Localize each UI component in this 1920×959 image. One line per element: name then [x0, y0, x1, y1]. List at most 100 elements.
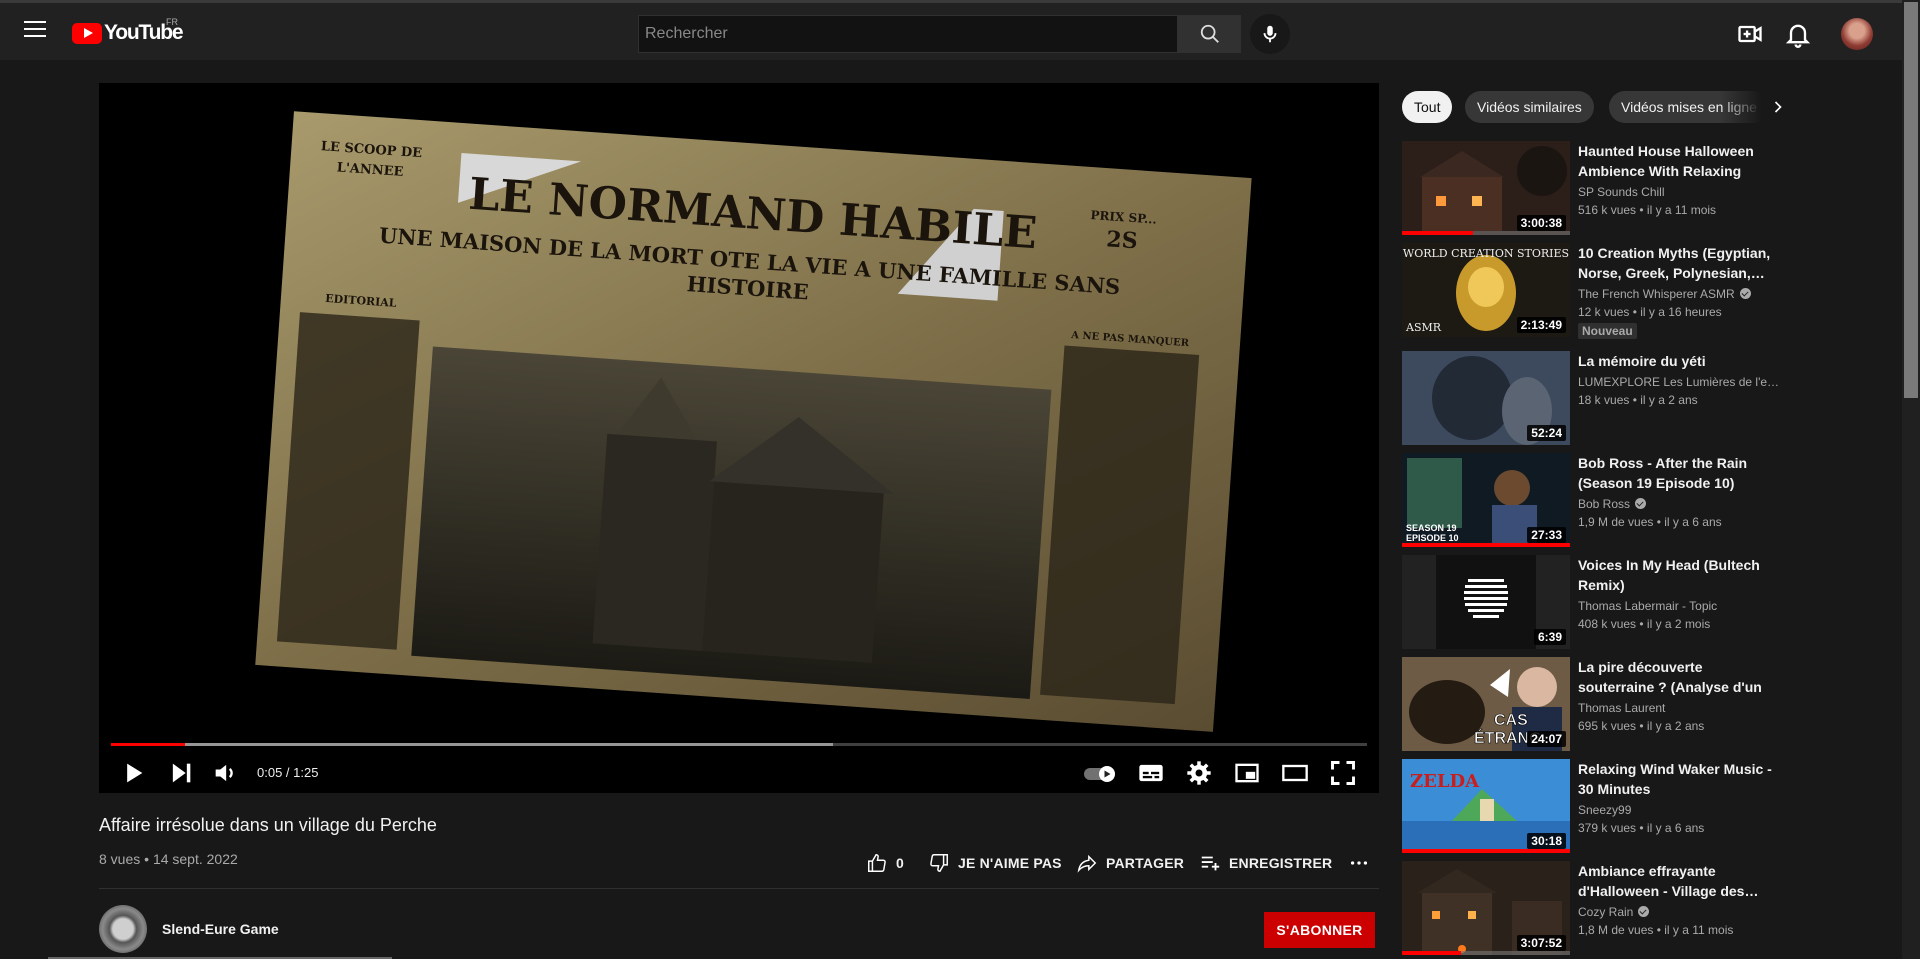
verified-badge-icon: [1739, 288, 1751, 299]
fullscreen-icon[interactable]: [1329, 759, 1357, 787]
next-video-icon[interactable]: [167, 759, 195, 787]
recommended-video[interactable]: WORLD CREATION STORIES ASMR 2:13:49 10 C…: [1402, 243, 1782, 339]
notifications-bell-icon[interactable]: [1784, 20, 1812, 48]
video-title[interactable]: La pire découverte souterraine ? (Analys…: [1578, 657, 1782, 697]
like-button[interactable]: 0: [866, 845, 904, 881]
time-separator: /: [282, 765, 294, 780]
thumb-text: EPISODE 10: [1406, 533, 1459, 543]
share-label: PARTAGER: [1106, 855, 1185, 871]
video-title[interactable]: Relaxing Wind Waker Music - 30 Minutes: [1578, 759, 1782, 799]
save-button[interactable]: ENREGISTRER: [1199, 845, 1332, 881]
subtitles-icon[interactable]: [1137, 759, 1165, 787]
channel-name[interactable]: The French Whisperer ASMR: [1578, 287, 1782, 301]
video-thumbnail[interactable]: SEASON 19 EPISODE 10 27:33: [1402, 453, 1570, 547]
verified-badge-icon: [1638, 906, 1650, 917]
recommended-video[interactable]: SEASON 19 EPISODE 10 27:33 Bob Ross - Af…: [1402, 453, 1782, 547]
search-button[interactable]: [1177, 15, 1241, 53]
channel-name[interactable]: Bob Ross: [1578, 497, 1782, 511]
video-thumbnail[interactable]: ZELDA 30:18: [1402, 759, 1570, 853]
video-stats: 1,9 M de vues • il y a 6 ans: [1578, 515, 1722, 529]
channel-name[interactable]: Thomas Labermair - Topic: [1578, 599, 1782, 613]
volume-icon[interactable]: [211, 759, 239, 787]
video-title[interactable]: Haunted House Halloween Ambience With Re…: [1578, 141, 1782, 181]
thumb-text: ZELDA: [1410, 771, 1480, 792]
thumb-text: SEASON 19: [1406, 523, 1457, 533]
video-title: Affaire irrésolue dans un village du Per…: [99, 815, 437, 835]
menu-icon[interactable]: [24, 21, 46, 39]
channel-name[interactable]: Sneezy99: [1578, 803, 1782, 817]
video-stats: 12 k vues • il y a 16 heures: [1578, 305, 1722, 319]
theater-mode-icon[interactable]: [1281, 759, 1309, 787]
video-duration: 3:00:38: [1516, 215, 1566, 231]
video-thumbnail[interactable]: WORLD CREATION STORIES ASMR 2:13:49: [1402, 243, 1570, 337]
video-player[interactable]: LE NORMAND HABILE UNE MAISON DE LA MORT …: [99, 83, 1379, 793]
play-icon[interactable]: [119, 759, 147, 787]
video-thumbnail[interactable]: 3:07:52: [1402, 861, 1570, 955]
more-actions-button[interactable]: [1348, 845, 1378, 881]
video-frame-newspaper: LE NORMAND HABILE UNE MAISON DE LA MORT …: [99, 83, 1379, 743]
video-thumbnail[interactable]: 52:24: [1402, 351, 1570, 445]
thumbs-down-icon: [930, 854, 948, 872]
upload-date: 14 sept. 2022: [152, 851, 238, 867]
scrollbar-thumb[interactable]: [1904, 2, 1918, 398]
video-stats: 18 k vues • il y a 2 ans: [1578, 393, 1698, 407]
youtube-play-logo-icon: [72, 22, 102, 44]
watched-progress: [1402, 543, 1570, 547]
meta-separator: •: [140, 851, 153, 867]
newspaper-corner-right-2: 2S: [1106, 226, 1139, 254]
recommended-video[interactable]: 3:00:38 Haunted House Halloween Ambience…: [1402, 141, 1782, 235]
channel-name[interactable]: Slend-Eure Game: [162, 921, 279, 937]
thumb-text: CAS: [1494, 712, 1528, 729]
recommended-video[interactable]: ZELDA 30:18 Relaxing Wind Waker Music - …: [1402, 759, 1782, 853]
video-title[interactable]: Ambiance effrayante d'Halloween - Villag…: [1578, 861, 1782, 901]
create-video-icon[interactable]: [1736, 20, 1764, 48]
video-title[interactable]: 10 Creation Myths (Egyptian, Norse, Gree…: [1578, 243, 1782, 283]
save-label: ENREGISTRER: [1229, 855, 1333, 871]
channel-avatar[interactable]: [99, 905, 147, 953]
video-thumbnail[interactable]: CAS ÉTRANG 24:07: [1402, 657, 1570, 751]
video-stats: 1,8 M de vues • il y a 11 mois: [1578, 923, 1734, 937]
video-thumbnail[interactable]: 6:39: [1402, 555, 1570, 649]
video-title[interactable]: Bob Ross - After the Rain (Season 19 Epi…: [1578, 453, 1782, 493]
channel-name[interactable]: LUMEXPLORE Les Lumières de l'exp…: [1578, 375, 1782, 389]
progress-played: [111, 743, 186, 746]
recommended-video[interactable]: 52:24 La mémoire du yéti LUMEXPLORE Les …: [1402, 351, 1782, 445]
share-button[interactable]: PARTAGER: [1076, 845, 1184, 881]
video-thumbnail[interactable]: 3:00:38: [1402, 141, 1570, 235]
user-avatar[interactable]: [1841, 18, 1873, 50]
chip-related[interactable]: Vidéos similaires: [1465, 91, 1594, 123]
video-stats: 379 k vues • il y a 6 ans: [1578, 821, 1705, 835]
autoplay-toggle-icon[interactable]: [1083, 759, 1119, 787]
recommended-video[interactable]: 3:07:52 Ambiance effrayante d'Halloween …: [1402, 861, 1782, 955]
video-title[interactable]: Voices In My Head (Bultech Remix): [1578, 555, 1782, 595]
video-meta: 8 vues • 14 sept. 2022: [99, 851, 238, 867]
video-title[interactable]: La mémoire du yéti: [1578, 351, 1782, 371]
progress-bar[interactable]: [111, 743, 1367, 746]
search-input[interactable]: Rechercher: [638, 15, 1178, 53]
recommended-video[interactable]: 6:39 Voices In My Head (Bultech Remix) T…: [1402, 555, 1782, 649]
thumb-text: ASMR: [1405, 321, 1442, 334]
channel-name[interactable]: Cozy Rain: [1578, 905, 1782, 919]
video-duration: 30:18: [1527, 833, 1566, 849]
verified-badge-icon: [1635, 498, 1647, 509]
miniplayer-icon[interactable]: [1233, 759, 1261, 787]
subscribe-button[interactable]: S'ABONNER: [1264, 912, 1375, 948]
chip-all[interactable]: Tout: [1402, 91, 1453, 123]
watched-progress: [1402, 231, 1473, 235]
channel-name[interactable]: Thomas Laurent: [1578, 701, 1782, 715]
video-duration: 2:13:49: [1516, 317, 1566, 333]
divider: [99, 888, 1379, 889]
chevron-right-icon[interactable]: [1768, 97, 1788, 117]
channel-name[interactable]: SP Sounds Chill: [1578, 185, 1782, 199]
progress-buffered: [111, 743, 834, 746]
video-duration: 6:39: [1533, 629, 1566, 645]
voice-search-button[interactable]: [1250, 14, 1290, 54]
dislike-button[interactable]: JE N'AIME PAS: [928, 845, 1062, 881]
country-code: FR: [166, 17, 178, 27]
video-duration: 3:07:52: [1516, 935, 1566, 951]
add-to-playlist-icon: [1201, 856, 1220, 871]
settings-gear-icon[interactable]: [1185, 759, 1213, 787]
recommended-video[interactable]: CAS ÉTRANG 24:07 La pire découverte sout…: [1402, 657, 1782, 751]
dislike-label: JE N'AIME PAS: [958, 855, 1062, 871]
time-current: 0:05: [257, 765, 283, 780]
